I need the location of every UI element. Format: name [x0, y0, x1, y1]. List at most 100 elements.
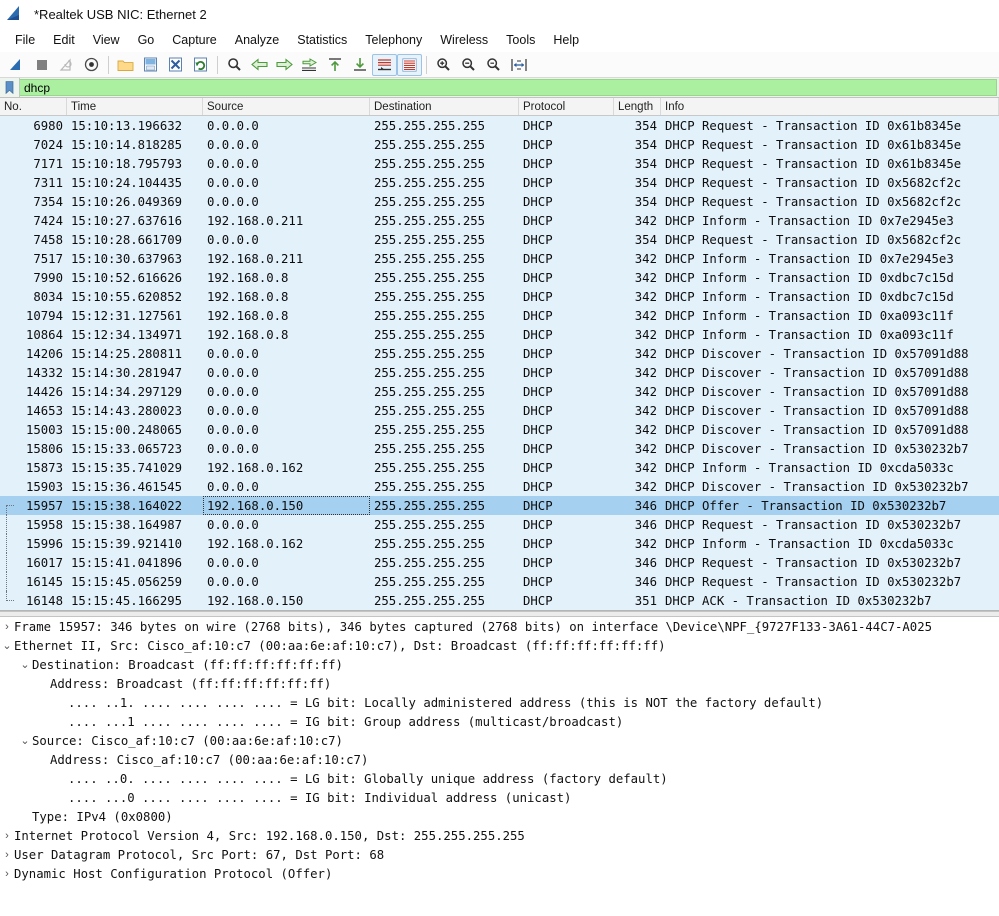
packet-row[interactable]: 15958 15:15:38.164987 0.0.0.0 255.255.255.2… — [0, 515, 999, 534]
wireshark-fin-logo-icon — [6, 5, 28, 23]
detail-tree-row[interactable]: .... ..1. .... .... .... .... = LG bit: … — [0, 693, 999, 712]
packet-row[interactable]: 15903 15:15:36.461545 0.0.0.0 255.255.255.2… — [0, 477, 999, 496]
packet-cell-info: DHCP Discover - Transaction ID 0x57091d8… — [665, 403, 969, 418]
menu-item-capture[interactable]: Capture — [163, 31, 225, 49]
packet-row[interactable]: 15996 15:15:39.921410 192.168.0.162 255.255… — [0, 534, 999, 553]
packet-row[interactable]: 7517 15:10:30.637963 192.168.0.211 255.255.… — [0, 249, 999, 268]
detail-tree-row[interactable]: .... ..0. .... .... .... .... = LG bit: … — [0, 769, 999, 788]
packet-row[interactable]: 14653 15:14:43.280023 0.0.0.0 255.255.255.2… — [0, 401, 999, 420]
column-header-info[interactable]: Info — [661, 98, 999, 115]
chevron-right-icon[interactable]: › — [0, 868, 14, 880]
menu-item-analyze[interactable]: Analyze — [226, 31, 288, 49]
packet-row[interactable]: 10794 15:12:31.127561 192.168.0.8 255.255.2… — [0, 306, 999, 325]
packet-row[interactable]: 8034 15:10:55.620852 192.168.0.8 255.255.25… — [0, 287, 999, 306]
detail-tree-row[interactable]: › Internet Protocol Version 4, Src: 192.1… — [0, 826, 999, 845]
zoom-out-icon[interactable] — [456, 54, 481, 76]
packet-row[interactable]: 16145 15:15:45.056259 0.0.0.0 255.255.255.2… — [0, 572, 999, 591]
packet-details-pane[interactable]: › Frame 15957: 346 bytes on wire (2768 bi… — [0, 617, 999, 883]
packet-row[interactable]: 7311 15:10:24.104435 0.0.0.0 255.255.255.25… — [0, 173, 999, 192]
reload-file-icon[interactable] — [188, 54, 213, 76]
menu-item-tools[interactable]: Tools — [497, 31, 544, 49]
save-file-icon[interactable] — [138, 54, 163, 76]
packet-row[interactable]: 7458 15:10:28.661709 0.0.0.0 255.255.255.25… — [0, 230, 999, 249]
go-forward-icon[interactable] — [272, 54, 297, 76]
packet-row[interactable]: 16017 15:15:41.041896 0.0.0.0 255.255.255.2… — [0, 553, 999, 572]
column-header-destination[interactable]: Destination — [370, 98, 519, 115]
chevron-right-icon[interactable]: › — [0, 621, 14, 633]
colorize-packets-icon[interactable] — [397, 53, 422, 76]
detail-tree-row[interactable]: Address: Cisco_af:10:c7 (00:aa:6e:af:10:… — [0, 750, 999, 769]
detail-tree-row[interactable]: › Frame 15957: 346 bytes on wire (2768 bi… — [0, 617, 999, 636]
packet-cell-num: 10864 — [25, 327, 63, 342]
chevron-right-icon[interactable]: › — [0, 830, 14, 842]
filter-bookmark-icon[interactable] — [0, 78, 20, 97]
menu-item-file[interactable]: File — [6, 31, 44, 49]
close-file-icon[interactable] — [163, 54, 188, 76]
packet-row[interactable]: 14426 15:14:34.297129 0.0.0.0 255.255.255.2… — [0, 382, 999, 401]
column-header-no[interactable]: No. — [0, 98, 67, 115]
chevron-right-icon[interactable]: › — [0, 849, 14, 861]
stop-capture-icon[interactable] — [29, 54, 54, 76]
packet-row[interactable]: 15003 15:15:00.248065 0.0.0.0 255.255.255.2… — [0, 420, 999, 439]
chevron-down-icon[interactable]: ⌄ — [18, 658, 32, 671]
packet-cell-len: 342 — [634, 384, 657, 399]
menu-item-telephony[interactable]: Telephony — [356, 31, 431, 49]
autoscroll-icon[interactable] — [372, 53, 397, 76]
restart-capture-icon[interactable] — [54, 54, 79, 76]
column-header-length[interactable]: Length — [614, 98, 661, 115]
detail-tree-row[interactable]: .... ...1 .... .... .... .... = IG bit: … — [0, 712, 999, 731]
go-to-first-packet-icon[interactable] — [322, 54, 347, 76]
packet-cell-len: 342 — [634, 346, 657, 361]
packet-row[interactable]: 7171 15:10:18.795793 0.0.0.0 255.255.255.25… — [0, 154, 999, 173]
packet-row[interactable]: 6980 15:10:13.196632 0.0.0.0 255.255.255.25… — [0, 116, 999, 135]
capture-options-icon[interactable] — [79, 54, 104, 76]
packet-row[interactable]: 7424 15:10:27.637616 192.168.0.211 255.255.… — [0, 211, 999, 230]
find-packet-icon[interactable] — [222, 54, 247, 76]
detail-tree-row[interactable]: ⌄ Destination: Broadcast (ff:ff:ff:ff:ff:… — [0, 655, 999, 674]
detail-tree-row[interactable]: › Dynamic Host Configuration Protocol (Of… — [0, 864, 999, 883]
go-to-packet-icon[interactable] — [297, 54, 322, 76]
detail-tree-row[interactable]: ⌄ Source: Cisco_af:10:c7 (00:aa:6e:af:10:… — [0, 731, 999, 750]
detail-tree-row[interactable]: ⌄ Ethernet II, Src: Cisco_af:10:c7 (00:aa… — [0, 636, 999, 655]
packet-row[interactable]: 15957 15:15:38.164022 192.168.0.150 255.255… — [0, 496, 999, 515]
chevron-down-icon[interactable]: ⌄ — [0, 639, 14, 652]
packet-cell-proto: DHCP — [523, 403, 553, 418]
packet-row[interactable]: 7024 15:10:14.818285 0.0.0.0 255.255.255.25… — [0, 135, 999, 154]
menu-item-wireless[interactable]: Wireless — [431, 31, 497, 49]
packet-cell-time: 15:15:00.248065 — [71, 422, 183, 437]
packet-row[interactable]: 15873 15:15:35.741029 192.168.0.162 255.255… — [0, 458, 999, 477]
go-back-icon[interactable] — [247, 54, 272, 76]
menu-item-help[interactable]: Help — [544, 31, 588, 49]
menu-item-view[interactable]: View — [84, 31, 129, 49]
column-header-source[interactable]: Source — [203, 98, 370, 115]
column-header-protocol[interactable]: Protocol — [519, 98, 614, 115]
menu-item-edit[interactable]: Edit — [44, 31, 84, 49]
packet-cell-time: 15:15:39.921410 — [71, 536, 183, 551]
zoom-reset-icon[interactable] — [481, 54, 506, 76]
packet-row[interactable]: 14332 15:14:30.281947 0.0.0.0 255.255.255.2… — [0, 363, 999, 382]
start-capture-icon[interactable] — [4, 54, 29, 76]
packet-row[interactable]: 10864 15:12:34.134971 192.168.0.8 255.255.2… — [0, 325, 999, 344]
packet-list-body[interactable]: 6980 15:10:13.196632 0.0.0.0 255.255.255.25… — [0, 116, 999, 610]
packet-list-pane[interactable]: No. Time Source Destination Protocol Len… — [0, 98, 999, 611]
menu-item-statistics[interactable]: Statistics — [288, 31, 356, 49]
detail-tree-row[interactable]: .... ...0 .... .... .... .... = IG bit: … — [0, 788, 999, 807]
zoom-in-icon[interactable] — [431, 54, 456, 76]
packet-row[interactable]: 7354 15:10:26.049369 0.0.0.0 255.255.255.25… — [0, 192, 999, 211]
detail-tree-row[interactable]: Address: Broadcast (ff:ff:ff:ff:ff:ff) — [0, 674, 999, 693]
packet-cell-dst: 255.255.255.255 — [374, 175, 486, 190]
menu-item-go[interactable]: Go — [129, 31, 164, 49]
chevron-down-icon[interactable]: ⌄ — [18, 734, 32, 747]
packet-cell-num: 14653 — [25, 403, 63, 418]
go-to-last-packet-icon[interactable] — [347, 54, 372, 76]
detail-tree-row[interactable]: › User Datagram Protocol, Src Port: 67, D… — [0, 845, 999, 864]
packet-row[interactable]: 15806 15:15:33.065723 0.0.0.0 255.255.255.2… — [0, 439, 999, 458]
detail-tree-row[interactable]: Type: IPv4 (0x0800) — [0, 807, 999, 826]
packet-row[interactable]: 7990 15:10:52.616626 192.168.0.8 255.255.25… — [0, 268, 999, 287]
packet-row[interactable]: 16148 15:15:45.166295 192.168.0.150 255.255… — [0, 591, 999, 610]
packet-row[interactable]: 14206 15:14:25.280811 0.0.0.0 255.255.255.2… — [0, 344, 999, 363]
open-file-icon[interactable] — [113, 54, 138, 76]
resize-columns-icon[interactable] — [506, 54, 531, 76]
column-header-time[interactable]: Time — [67, 98, 203, 115]
display-filter-input[interactable]: dhcp — [20, 79, 997, 96]
